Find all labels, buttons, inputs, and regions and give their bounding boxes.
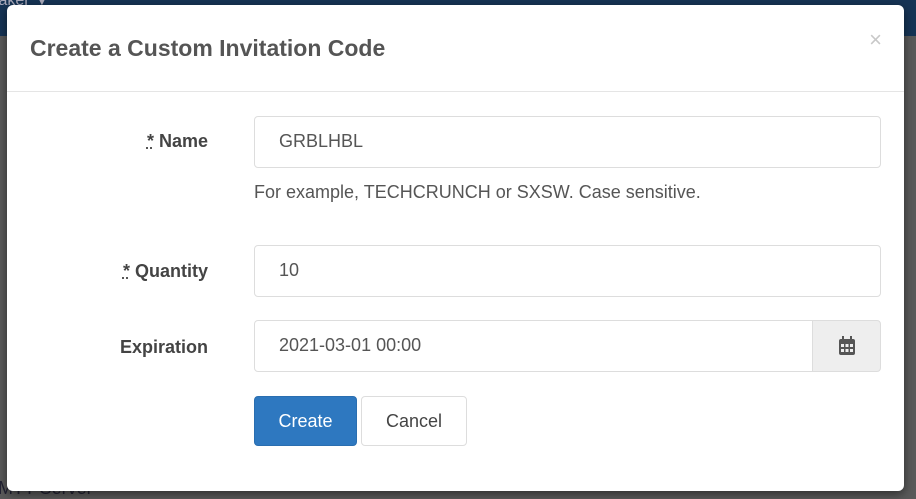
expiration-label: Expiration bbox=[119, 337, 208, 357]
calendar-button[interactable] bbox=[812, 320, 881, 372]
quantity-label-text: Quantity bbox=[134, 261, 208, 281]
close-button[interactable]: × bbox=[869, 27, 882, 53]
quantity-label: * Quantity bbox=[7, 261, 208, 282]
calendar-icon bbox=[838, 336, 855, 355]
quantity-input[interactable]: 10 bbox=[254, 245, 881, 297]
name-label: * Name bbox=[7, 131, 208, 152]
required-mark: * bbox=[122, 261, 130, 281]
required-mark: * bbox=[146, 131, 154, 151]
create-invitation-modal: Create a Custom Invitation Code × * Name… bbox=[7, 5, 904, 491]
modal-header: Create a Custom Invitation Code × bbox=[7, 5, 904, 92]
modal-title: Create a Custom Invitation Code bbox=[30, 35, 386, 61]
expiration-input[interactable]: 2021-03-01 00:00 bbox=[254, 320, 813, 372]
name-label-text: Name bbox=[158, 131, 208, 151]
cancel-button[interactable]: Cancel bbox=[361, 396, 467, 446]
name-help-text: For example, TECHCRUNCH or SXSW. Case se… bbox=[254, 182, 701, 202]
name-input[interactable]: GRBLHBL bbox=[254, 116, 881, 168]
create-button[interactable]: Create bbox=[254, 396, 357, 446]
